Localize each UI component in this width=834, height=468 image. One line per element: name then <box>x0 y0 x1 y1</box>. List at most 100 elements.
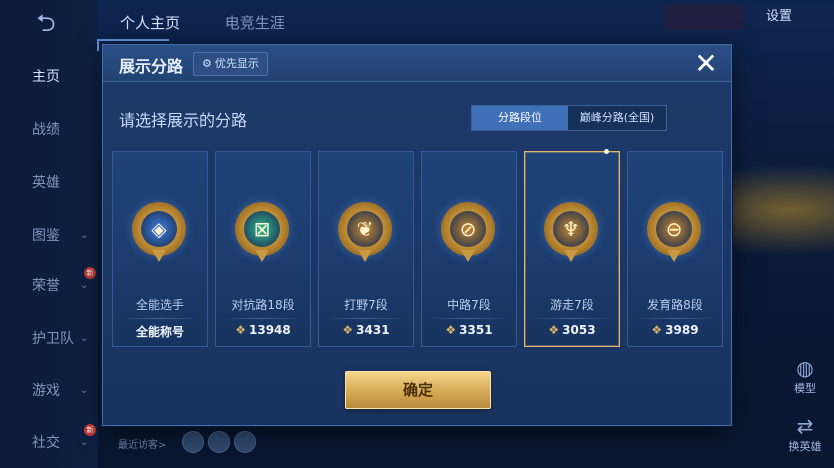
selected-indicator <box>604 149 609 154</box>
medal-emblem: ⊖ <box>656 211 692 247</box>
lane-score-value: 全能称号 <box>135 325 184 339</box>
settings-button[interactable]: 设置 <box>752 6 834 28</box>
lane-card[interactable]: ⊘ 中路7段 ❖ 3351 <box>421 151 517 347</box>
top-tabs: 个人主页 电竞生涯 <box>120 12 325 33</box>
chevron-down-icon: ⌄ <box>80 230 89 241</box>
new-badge: 新 <box>84 267 96 279</box>
toggle-peak-lane[interactable]: 巅峰分路(全国) <box>568 106 666 130</box>
all-round-medal-icon: ◈ <box>132 202 186 262</box>
nav-item[interactable]: 图鉴 ⌄ <box>0 221 98 251</box>
card-divider <box>222 318 304 319</box>
lane-score: ❖ 3989 <box>628 323 722 337</box>
nav-item-label: 护卫队 <box>32 331 74 347</box>
nav-item[interactable]: 战绩 <box>0 115 98 145</box>
nav-item-label: 荣誉 <box>32 278 60 294</box>
dialog-title: 展示分路 <box>119 57 184 76</box>
card-divider <box>325 318 407 319</box>
lane-name: 打野7段 <box>344 298 388 312</box>
nav-item-label: 主页 <box>32 69 60 85</box>
tab-esports-career[interactable]: 电竞生涯 <box>225 14 285 32</box>
card-divider <box>428 318 510 319</box>
lane-score-value: 3989 <box>665 323 699 337</box>
jungle-medal-icon: ❦ <box>338 202 392 262</box>
lane-score: ❖ 3351 <box>422 323 516 337</box>
confirm-button[interactable]: 确定 <box>345 371 491 409</box>
nav-item-label: 图鉴 <box>32 228 60 244</box>
medal-ribbon <box>152 250 166 262</box>
swap-hero-label: 换英雄 <box>788 440 822 453</box>
lane-name: 发育路8段 <box>647 298 703 312</box>
lane-card[interactable]: ⊖ 发育路8段 ❖ 3989 <box>627 151 723 347</box>
medal-emblem: ❦ <box>347 211 383 247</box>
lane-score-value: 3053 <box>562 323 596 337</box>
back-arrow-icon[interactable]: ⮌ <box>24 10 68 36</box>
farm-lane-medal-icon: ⊖ <box>647 202 701 262</box>
card-divider <box>531 318 613 319</box>
lane-card[interactable]: ♆ 游走7段 ❖ 3053 <box>524 149 620 347</box>
model-label: 模型 <box>794 382 816 395</box>
lane-score: ❖ 13948 <box>216 323 310 337</box>
card-divider <box>634 318 716 319</box>
nav-item-label: 英雄 <box>32 175 60 191</box>
dialog-header: 展示分路 ⚙ 优先显示 ✕ <box>103 45 731 82</box>
gear-icon: ⚙ <box>202 57 212 70</box>
medal-emblem: ⊘ <box>450 211 486 247</box>
dialog-subtitle: 请选择展示的分路 <box>119 111 248 130</box>
nav-item[interactable]: 游戏 ⌄ <box>0 376 98 406</box>
top-notification-badge[interactable] <box>664 4 744 30</box>
score-gem-icon: ❖ <box>235 323 246 337</box>
lane-name: 对抗路18段 <box>231 298 295 312</box>
lane-mode-toggle: 分路段位 巅峰分路(全国) <box>471 105 667 131</box>
medal-ribbon <box>564 250 578 262</box>
visitor-avatar[interactable] <box>182 431 204 453</box>
lane-score: ❖ 3053 <box>525 323 619 337</box>
lane-display-dialog: 展示分路 ⚙ 优先显示 ✕ 请选择展示的分路 分路段位 巅峰分路(全国) ◈ 全能选… <box>97 39 732 426</box>
nav-item[interactable]: 护卫队 ⌄ <box>0 324 98 354</box>
nav-item-label: 游戏 <box>32 383 60 399</box>
medal-emblem: ⊠ <box>244 211 280 247</box>
tab-profile[interactable]: 个人主页 <box>120 14 180 32</box>
lane-card[interactable]: ⊠ 对抗路18段 ❖ 13948 <box>215 151 311 347</box>
medal-ribbon <box>667 250 681 262</box>
mid-lane-medal-icon: ⊘ <box>441 202 495 262</box>
lane-score-value: 13948 <box>249 323 291 337</box>
medal-emblem: ◈ <box>141 211 177 247</box>
score-gem-icon: ❖ <box>445 323 457 337</box>
model-button[interactable]: ◍ 模型 <box>780 356 830 396</box>
medal-ribbon <box>255 250 269 262</box>
visitor-avatar[interactable] <box>208 431 230 453</box>
lane-score: 全能称号 <box>113 323 207 340</box>
nav-item[interactable]: 荣誉 ⌄ 新 <box>0 267 98 301</box>
lane-score: ❖ 3431 <box>319 323 413 337</box>
nav-item-label: 社交 <box>32 435 60 451</box>
nav-item-label: 战绩 <box>32 122 60 138</box>
lane-score-value: 3431 <box>356 323 390 337</box>
new-badge: 新 <box>84 424 96 436</box>
lane-card[interactable]: ❦ 打野7段 ❖ 3431 <box>318 151 414 347</box>
swap-hero-button[interactable]: ⇄ 换英雄 <box>780 414 830 454</box>
medal-ribbon <box>461 250 475 262</box>
score-gem-icon: ❖ <box>548 323 560 337</box>
medal-emblem: ♆ <box>553 211 589 247</box>
chevron-down-icon: ⌄ <box>80 333 89 344</box>
close-icon[interactable]: ✕ <box>691 49 721 79</box>
nav-item[interactable]: 英雄 <box>0 168 98 198</box>
lane-name: 中路7段 <box>447 298 491 312</box>
nav-item[interactable]: 社交 ⌄ 新 <box>0 424 98 458</box>
priority-display-button[interactable]: ⚙ 优先显示 <box>193 52 268 76</box>
swap-hero-icon: ⇄ <box>796 414 814 438</box>
recent-visitors-link[interactable]: 最近访客> <box>118 436 166 451</box>
score-gem-icon: ❖ <box>651 323 663 337</box>
priority-label: 优先显示 <box>214 57 259 70</box>
visitor-avatar[interactable] <box>234 431 256 453</box>
lane-card[interactable]: ◈ 全能选手全能称号 <box>112 151 208 347</box>
chevron-down-icon: ⌄ <box>80 385 89 396</box>
nav-item[interactable]: 主页 <box>0 62 98 92</box>
medal-ribbon <box>358 250 372 262</box>
lane-name: 全能选手 <box>135 298 184 312</box>
toggle-lane-rank[interactable]: 分路段位 <box>472 106 568 130</box>
model-icon: ◍ <box>796 356 814 380</box>
lane-score-value: 3351 <box>459 323 493 337</box>
roam-medal-icon: ♆ <box>544 202 598 262</box>
lane-name: 游走7段 <box>550 298 594 312</box>
